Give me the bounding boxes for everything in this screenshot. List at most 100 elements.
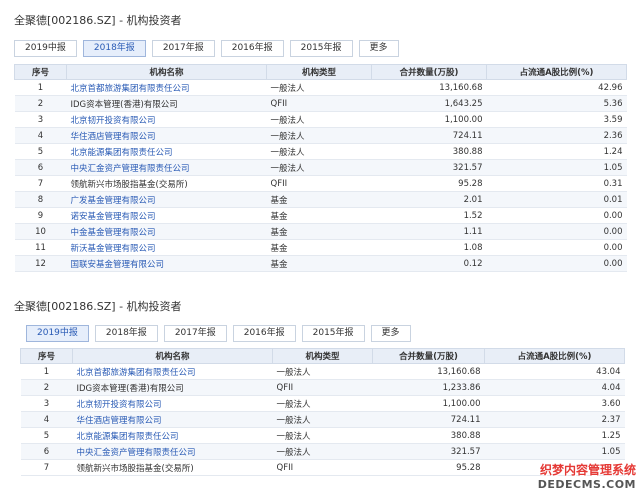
row-number: 1 bbox=[14, 79, 67, 96]
shares-value: 95.28 bbox=[372, 459, 485, 476]
ratio-value: 1.05 bbox=[486, 159, 627, 176]
org-name-link[interactable]: 华住酒店管理有限公司 bbox=[77, 416, 162, 426]
org-name-link[interactable]: 国联安基金管理有限公司 bbox=[71, 260, 165, 270]
col-no-header[interactable]: 序号 bbox=[20, 348, 73, 364]
tab-report-3[interactable]: 2016年报 bbox=[232, 325, 296, 342]
org-type: 一般法人 bbox=[272, 395, 373, 412]
org-name-link[interactable]: 北京首都旅游集团有限责任公司 bbox=[77, 368, 196, 378]
org-name-link[interactable]: 北京韧开投资有限公司 bbox=[77, 400, 162, 410]
col-no-header[interactable]: 序号 bbox=[14, 64, 67, 80]
col-org-name-header[interactable]: 机构名称 bbox=[72, 348, 273, 364]
shares-value: 13,160.68 bbox=[372, 363, 485, 380]
org-name-link[interactable]: 中央汇金资产管理有限责任公司 bbox=[71, 164, 190, 174]
org-name-cell: IDG资本管理(香港)有限公司 bbox=[66, 95, 267, 112]
shares-value: 321.57 bbox=[372, 443, 485, 460]
report-tabs: 2019中报 2018年报 2017年报 2016年报 2015年报 更多 bbox=[26, 325, 411, 342]
shares-value: 321.57 bbox=[371, 159, 487, 176]
tab-report-2[interactable]: 2017年报 bbox=[163, 325, 227, 342]
tab-report-5[interactable]: 更多 bbox=[370, 325, 411, 342]
shares-value: 1.08 bbox=[371, 239, 487, 256]
table-row: 1 北京首都旅游集团有限责任公司 一般法人 13,160.68 42.96 bbox=[14, 79, 627, 96]
tab-report-2[interactable]: 2017年报 bbox=[151, 40, 215, 57]
shares-value: 380.88 bbox=[371, 143, 487, 160]
tab-report-4[interactable]: 2015年报 bbox=[289, 40, 353, 57]
org-name-link[interactable]: 北京韧开投资有限公司 bbox=[71, 116, 156, 126]
shares-value: 724.11 bbox=[371, 127, 487, 144]
tab-report-4[interactable]: 2015年报 bbox=[301, 325, 365, 342]
row-number: 2 bbox=[20, 379, 73, 396]
table-row: 11 新沃基金管理有限公司 基金 1.08 0.00 bbox=[14, 239, 627, 256]
table-row: 4 华住酒店管理有限公司 一般法人 724.11 2.37 bbox=[20, 411, 625, 428]
org-type: 基金 bbox=[266, 239, 372, 256]
watermark-en: DEDECMS.COM bbox=[537, 478, 636, 491]
table-row: 5 北京能源集团有限责任公司 一般法人 380.88 1.25 bbox=[20, 427, 625, 444]
org-type: 一般法人 bbox=[272, 363, 373, 380]
col-ratio-header[interactable]: 占流通A股比例(%) bbox=[484, 348, 625, 364]
investor-table: 序号 机构名称 机构类型 合并数量(万股) 占流通A股比例(%) 1 北京首都旅游集团有限… bbox=[14, 64, 627, 272]
tab-report-3[interactable]: 2016年报 bbox=[220, 40, 284, 57]
page-title: 全聚德[002186.SZ] - 机构投资者 bbox=[14, 14, 182, 27]
ratio-value: 0.31 bbox=[486, 175, 627, 192]
col-org-name-header[interactable]: 机构名称 bbox=[66, 64, 267, 80]
ratio-value: 1.25 bbox=[484, 427, 625, 444]
ratio-value: 4.04 bbox=[484, 379, 625, 396]
ratio-value: 0.00 bbox=[486, 207, 627, 224]
watermark-logo: 织梦内容管理系统 DEDECMS.COM bbox=[538, 461, 636, 491]
row-number: 6 bbox=[20, 443, 73, 460]
org-name-link[interactable]: 华住酒店管理有限公司 bbox=[71, 132, 156, 142]
table-row: 3 北京韧开投资有限公司 一般法人 1,100.00 3.60 bbox=[20, 395, 625, 412]
ratio-value: 43.04 bbox=[484, 363, 625, 380]
org-name-link[interactable]: 诺安基金管理有限公司 bbox=[71, 212, 156, 222]
org-type: 一般法人 bbox=[266, 127, 372, 144]
org-name-cell: 华住酒店管理有限公司 bbox=[72, 411, 273, 428]
org-name-link[interactable]: 广发基金管理有限公司 bbox=[71, 196, 156, 206]
org-name-cell: 中金基金管理有限公司 bbox=[66, 223, 267, 240]
org-name-cell: 北京韧开投资有限公司 bbox=[72, 395, 273, 412]
tab-report-1[interactable]: 2018年报 bbox=[94, 325, 158, 342]
table-row: 1 北京首都旅游集团有限责任公司 一般法人 13,160.68 43.04 bbox=[20, 363, 625, 380]
row-number: 4 bbox=[14, 127, 67, 144]
org-type: 一般法人 bbox=[272, 427, 373, 444]
col-shares-header[interactable]: 合并数量(万股) bbox=[372, 348, 485, 364]
org-type: 基金 bbox=[266, 223, 372, 240]
row-number: 8 bbox=[14, 191, 67, 208]
table-header: 序号 机构名称 机构类型 合并数量(万股) 占流通A股比例(%) bbox=[14, 64, 627, 80]
org-name-link[interactable]: 中金基金管理有限公司 bbox=[71, 228, 156, 238]
col-shares-header[interactable]: 合并数量(万股) bbox=[371, 64, 487, 80]
org-name-cell: 北京首都旅游集团有限责任公司 bbox=[66, 79, 267, 96]
org-type: 基金 bbox=[266, 255, 372, 272]
org-name-link[interactable]: 北京首都旅游集团有限责任公司 bbox=[71, 84, 190, 94]
ratio-value: 5.36 bbox=[486, 95, 627, 112]
row-number: 5 bbox=[20, 427, 73, 444]
org-name-cell: 中央汇金资产管理有限责任公司 bbox=[72, 443, 273, 460]
ratio-value: 2.36 bbox=[486, 127, 627, 144]
col-org-type-header[interactable]: 机构类型 bbox=[272, 348, 373, 364]
tab-report-0[interactable]: 2019中报 bbox=[26, 325, 89, 342]
row-number: 9 bbox=[14, 207, 67, 224]
ratio-value: 1.24 bbox=[486, 143, 627, 160]
org-name-link[interactable]: 新沃基金管理有限公司 bbox=[71, 244, 156, 254]
watermark-cn: 织梦内容管理系统 bbox=[539, 463, 636, 477]
col-ratio-header[interactable]: 占流通A股比例(%) bbox=[486, 64, 627, 80]
org-name-cell: 领航新兴市场股指基金(交易所) bbox=[66, 175, 267, 192]
org-name-cell: 诺安基金管理有限公司 bbox=[66, 207, 267, 224]
org-type: 基金 bbox=[266, 191, 372, 208]
org-name-cell: 北京首都旅游集团有限责任公司 bbox=[72, 363, 273, 380]
tab-report-1[interactable]: 2018年报 bbox=[82, 40, 146, 57]
report-tabs: 2019中报 2018年报 2017年报 2016年报 2015年报 更多 bbox=[14, 40, 399, 57]
org-name-cell: 北京韧开投资有限公司 bbox=[66, 111, 267, 128]
table-row: 7 领航新兴市场股指基金(交易所) QFII 95.28 0.31 bbox=[14, 175, 627, 192]
tab-report-0[interactable]: 2019中报 bbox=[14, 40, 77, 57]
ratio-value: 0.01 bbox=[486, 191, 627, 208]
col-org-type-header[interactable]: 机构类型 bbox=[266, 64, 372, 80]
row-number: 2 bbox=[14, 95, 67, 112]
org-name-link[interactable]: 北京能源集团有限责任公司 bbox=[71, 148, 173, 158]
org-name-link[interactable]: 北京能源集团有限责任公司 bbox=[77, 432, 179, 442]
org-type: QFII bbox=[266, 175, 372, 192]
header-row: 序号 机构名称 机构类型 合并数量(万股) 占流通A股比例(%) bbox=[14, 64, 627, 80]
shares-value: 380.88 bbox=[372, 427, 485, 444]
tab-report-5[interactable]: 更多 bbox=[358, 40, 399, 57]
org-name-cell: 中央汇金资产管理有限责任公司 bbox=[66, 159, 267, 176]
table-row: 3 北京韧开投资有限公司 一般法人 1,100.00 3.59 bbox=[14, 111, 627, 128]
org-name-link[interactable]: 中央汇金资产管理有限责任公司 bbox=[77, 448, 196, 458]
